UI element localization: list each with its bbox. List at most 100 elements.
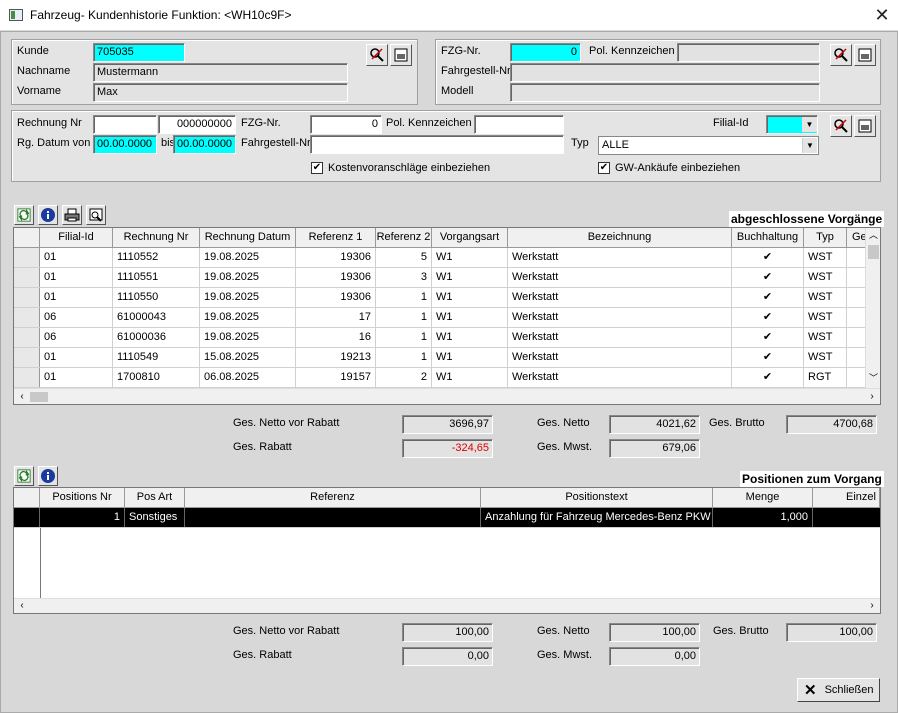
close-button[interactable]: ✕ Schließen: [797, 678, 880, 702]
col-filial[interactable]: Filial-Id: [40, 228, 113, 247]
chevron-left-icon[interactable]: ‹: [16, 390, 28, 403]
col-rechnung[interactable]: Rechnung Nr: [113, 228, 200, 247]
col-pos-art[interactable]: Pos Art: [125, 488, 185, 507]
row-selector[interactable]: [14, 508, 40, 527]
fzg-field[interactable]: 0: [510, 43, 581, 62]
cell-ref2: 2: [376, 368, 432, 387]
datum-bis-field[interactable]: 00.00.0000: [173, 135, 236, 154]
info-button[interactable]: [38, 205, 58, 225]
chevron-down-icon[interactable]: ▼: [802, 138, 817, 153]
table-row[interactable]: 06 61000043 19.08.2025 17 1 W1 Werkstatt…: [14, 308, 867, 328]
cell-ref2: 1: [376, 348, 432, 367]
customer-search-button[interactable]: [366, 44, 388, 66]
col-art[interactable]: Vorgangsart: [432, 228, 508, 247]
rechnung-field-1[interactable]: [93, 115, 157, 134]
vehicle-detail-button[interactable]: [854, 44, 876, 66]
filter-fahrgestell-field[interactable]: [310, 135, 564, 154]
table-row[interactable]: 01 1110551 19.08.2025 19306 3 W1 Werksta…: [14, 268, 867, 288]
chevron-right-icon[interactable]: ›: [866, 599, 878, 612]
vertical-scrollbar[interactable]: ︿ ﹀: [865, 228, 880, 388]
cell-buch-checkbox[interactable]: ✔: [732, 328, 804, 347]
refresh-button[interactable]: [14, 205, 34, 225]
vehicle-search-button[interactable]: [830, 44, 852, 66]
chevron-up-icon[interactable]: ︿: [866, 228, 880, 243]
filter-fahrgestell-label: Fahrgestell-Nr.: [241, 137, 314, 149]
row-selector[interactable]: [14, 288, 40, 307]
col-gesa[interactable]: Gesa: [847, 228, 867, 247]
col-ref2[interactable]: Referenz 2: [376, 228, 432, 247]
row-selector[interactable]: [14, 368, 40, 387]
scroll-thumb[interactable]: [30, 392, 48, 402]
table-row[interactable]: 01 1110549 15.08.2025 19213 1 W1 Werksta…: [14, 348, 867, 368]
table-row[interactable]: 01 1110552 19.08.2025 19306 5 W1 Werksta…: [14, 248, 867, 268]
table-row[interactable]: 1 Sonstiges Anzahlung für Fahrzeug Merce…: [14, 508, 880, 528]
rechnung-label: Rechnung Nr: [17, 117, 82, 129]
table-row[interactable]: 01 1110550 19.08.2025 19306 1 W1 Werksta…: [14, 288, 867, 308]
print-button[interactable]: [62, 205, 82, 225]
scroll-thumb[interactable]: [868, 245, 879, 259]
rechnung-field-2[interactable]: 000000000: [158, 115, 236, 134]
vorgaenge-rows: 01 1110552 19.08.2025 19306 5 W1 Werksta…: [14, 248, 867, 388]
customer-detail-button[interactable]: [390, 44, 412, 66]
cell-buch-checkbox[interactable]: ✔: [732, 268, 804, 287]
close-icon: ✕: [804, 682, 817, 699]
cell-buch-checkbox[interactable]: ✔: [732, 308, 804, 327]
info-button[interactable]: [38, 466, 58, 486]
modell-field[interactable]: [510, 83, 820, 102]
cell-datum: 19.08.2025: [200, 248, 296, 267]
nachname-field[interactable]: Mustermann: [93, 63, 348, 82]
col-referenz[interactable]: Referenz: [185, 488, 481, 507]
table-row[interactable]: 06 61000036 19.08.2025 16 1 W1 Werkstatt…: [14, 328, 867, 348]
filter-fzg-field[interactable]: 0: [310, 115, 382, 134]
cell-datum: 19.08.2025: [200, 308, 296, 327]
col-ref1[interactable]: Referenz 1: [296, 228, 376, 247]
close-icon[interactable]: ✕: [872, 4, 892, 26]
chevron-right-icon[interactable]: ›: [866, 390, 878, 403]
horizontal-scrollbar[interactable]: ‹ ›: [14, 598, 880, 613]
vorgaenge-table[interactable]: Filial-Id Rechnung Nr Rechnung Datum Ref…: [13, 227, 881, 405]
col-menge[interactable]: Menge: [713, 488, 813, 507]
positionen-table[interactable]: Positions Nr Pos Art Referenz Positionst…: [13, 487, 881, 614]
p-brutto-label: Ges. Brutto: [713, 625, 769, 637]
col-einzel[interactable]: Einzel V: [813, 488, 880, 507]
vorname-field[interactable]: Max: [93, 83, 348, 102]
kennzeichen-field[interactable]: [677, 43, 820, 62]
typ-select[interactable]: ALLE ▼: [598, 136, 819, 155]
filter-kennzeichen-field[interactable]: [474, 115, 564, 134]
col-positionstext[interactable]: Positionstext: [481, 488, 713, 507]
col-typ[interactable]: Typ: [804, 228, 847, 247]
kva-checkbox[interactable]: ✔: [311, 162, 323, 174]
refresh-button[interactable]: [14, 466, 34, 486]
cell-rechnung: 1110552: [113, 248, 200, 267]
row-selector[interactable]: [14, 348, 40, 367]
chevron-left-icon[interactable]: ‹: [16, 599, 28, 612]
row-selector[interactable]: [14, 308, 40, 327]
cell-filial: 01: [40, 268, 113, 287]
kennzeichen-label: Pol. Kennzeichen: [589, 45, 675, 57]
col-datum[interactable]: Rechnung Datum: [200, 228, 296, 247]
chevron-down-icon[interactable]: ﹀: [866, 371, 880, 386]
cell-bez: Werkstatt: [508, 328, 732, 347]
fahrgestell-field[interactable]: [510, 63, 820, 82]
preview-button[interactable]: [86, 205, 106, 225]
filter-detail-button[interactable]: [854, 115, 876, 137]
col-bez[interactable]: Bezeichnung: [508, 228, 732, 247]
filter-search-button[interactable]: [830, 115, 852, 137]
kunde-field[interactable]: 705035: [93, 43, 185, 62]
chevron-down-icon[interactable]: ▼: [802, 117, 817, 132]
col-pos-nr[interactable]: Positions Nr: [40, 488, 125, 507]
cell-buch-checkbox[interactable]: ✔: [732, 368, 804, 387]
col-buch[interactable]: Buchhaltung: [732, 228, 804, 247]
table-row[interactable]: 01 1700810 06.08.2025 19157 2 W1 Werksta…: [14, 368, 867, 388]
horizontal-scrollbar[interactable]: ‹ ›: [14, 388, 880, 404]
cell-buch-checkbox[interactable]: ✔: [732, 248, 804, 267]
cell-rechnung: 1700810: [113, 368, 200, 387]
cell-buch-checkbox[interactable]: ✔: [732, 348, 804, 367]
v-netto-label: Ges. Netto: [537, 417, 590, 429]
row-selector[interactable]: [14, 268, 40, 287]
cell-buch-checkbox[interactable]: ✔: [732, 288, 804, 307]
row-selector[interactable]: [14, 248, 40, 267]
gw-checkbox[interactable]: ✔: [598, 162, 610, 174]
datum-von-field[interactable]: 00.00.0000: [93, 135, 157, 154]
row-selector[interactable]: [14, 328, 40, 347]
